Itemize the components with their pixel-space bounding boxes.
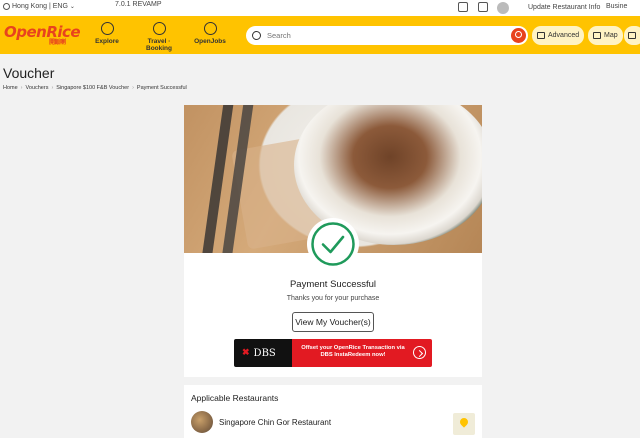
search-submit-button[interactable] xyxy=(511,28,526,43)
globe-icon xyxy=(3,3,10,10)
applicable-restaurants-section: Applicable Restaurants Singapore Chin Go… xyxy=(184,377,482,438)
region-language-selector[interactable]: Hong Kong | ENG ⌄ xyxy=(3,3,75,10)
grid-icon xyxy=(628,32,636,39)
update-restaurant-link[interactable]: Update Restaurant Info xyxy=(528,4,600,11)
avatar[interactable] xyxy=(497,2,509,14)
applicable-restaurants-title: Applicable Restaurants xyxy=(191,393,279,403)
payment-success-title: Payment Successful xyxy=(289,279,377,290)
view-my-vouchers-button[interactable]: View My Voucher(s) xyxy=(292,312,374,332)
payment-success-subtitle: Thanks you for your purchase xyxy=(286,295,380,302)
advanced-label: Advanced xyxy=(548,32,580,39)
restaurant-thumbnail xyxy=(191,411,213,433)
search-bar xyxy=(246,26,528,45)
success-check-badge xyxy=(307,218,359,270)
chevron-right-icon: › xyxy=(20,85,23,91)
breadcrumb-home[interactable]: Home xyxy=(3,85,18,91)
region-label: Hong Kong | ENG xyxy=(12,3,68,10)
version-label: 7.0.1 REVAMP xyxy=(115,1,162,8)
dbs-x-icon: ✖ xyxy=(242,348,250,358)
list-item[interactable]: Singapore Chin Gor Restaurant xyxy=(191,411,331,433)
breadcrumb-current: Payment Successful xyxy=(136,85,187,91)
map-button[interactable]: Map xyxy=(588,26,623,45)
chevron-down-icon: ⌄ xyxy=(69,4,75,10)
advanced-search-button[interactable]: Advanced xyxy=(532,26,585,45)
breadcrumb-vouchers[interactable]: Vouchers xyxy=(26,85,49,91)
top-utility-bar: Hong Kong | ENG ⌄ 7.0.1 REVAMP Update Re… xyxy=(0,0,640,16)
nav-openjobs-label: OpenJobs xyxy=(194,38,226,45)
bookmark-icon[interactable] xyxy=(478,2,488,12)
logo-chinese-text: 開飯喇 xyxy=(49,39,66,46)
breadcrumb-voucher[interactable]: Singapore $100 F&B Voucher xyxy=(56,85,129,91)
map-pin-icon[interactable] xyxy=(453,413,475,435)
openrice-logo[interactable]: OpenRice 開飯喇 xyxy=(4,23,81,46)
dbs-promo-text: Offset your OpenRice Transaction via DBS… xyxy=(292,339,432,367)
chevron-right-icon: › xyxy=(51,85,54,91)
dbs-logo: ✖ DBS xyxy=(234,339,292,367)
breadcrumb: Home › Vouchers › Singapore $100 F&B Vou… xyxy=(3,85,187,91)
check-circle-icon xyxy=(311,222,355,266)
sliders-icon xyxy=(537,32,545,39)
nav-openjobs[interactable]: OpenJobs xyxy=(192,22,228,45)
chevron-right-icon: › xyxy=(132,85,134,91)
logo-text: OpenRice xyxy=(4,23,81,41)
nav-travel-label: Travel · Booking xyxy=(146,38,172,52)
map-label: Map xyxy=(604,32,618,39)
dbs-promo-line1: Offset your OpenRice Transaction via xyxy=(301,345,405,351)
dbs-instaredeem-banner[interactable]: ✖ DBS Offset your OpenRice Transaction v… xyxy=(234,339,432,367)
jobs-icon xyxy=(203,22,217,35)
explore-icon xyxy=(100,22,114,35)
nav-explore[interactable]: Explore xyxy=(92,22,122,45)
edit-icon[interactable] xyxy=(458,2,468,12)
business-link[interactable]: Busine xyxy=(606,3,627,10)
search-input[interactable] xyxy=(267,31,507,40)
arrow-right-circle-icon xyxy=(413,346,426,359)
more-menu-button[interactable] xyxy=(624,26,640,45)
travel-icon xyxy=(152,22,166,35)
restaurant-name: Singapore Chin Gor Restaurant xyxy=(219,417,332,427)
dbs-brand-text: DBS xyxy=(253,347,276,359)
dbs-promo-line2: DBS InstaRedeem now! xyxy=(320,352,386,358)
nav-travel-booking[interactable]: Travel · Booking xyxy=(140,22,178,52)
page-title: Voucher xyxy=(3,65,55,81)
nav-explore-label: Explore xyxy=(95,38,119,45)
main-header: OpenRice 開飯喇 Explore Travel · Booking Op… xyxy=(0,16,640,54)
search-icon xyxy=(252,31,261,40)
map-icon xyxy=(593,32,601,39)
